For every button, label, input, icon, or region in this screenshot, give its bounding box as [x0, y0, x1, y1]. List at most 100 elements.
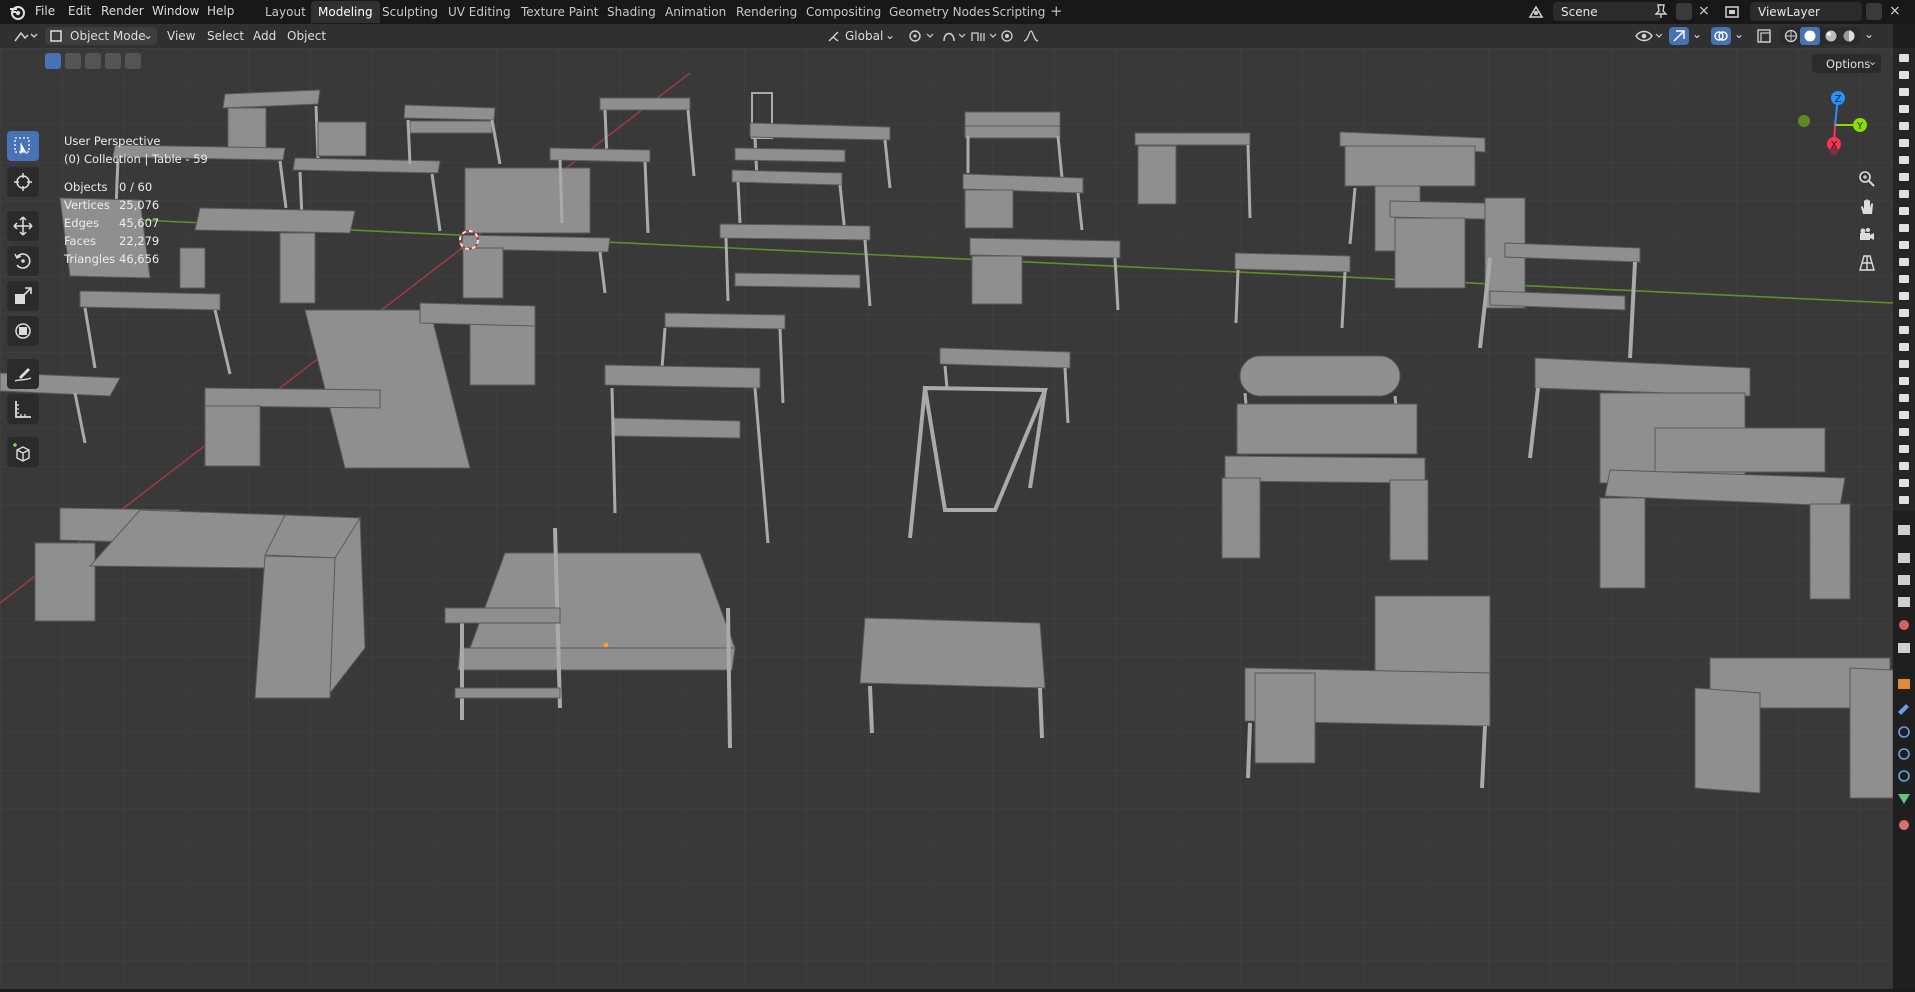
3d-viewport[interactable]: User Perspective (0) Collection | Table … — [0, 48, 1893, 989]
zoom-icon[interactable] — [1858, 170, 1876, 188]
pin-icon[interactable] — [1654, 4, 1668, 19]
render-toggle-icon[interactable] — [1899, 343, 1909, 351]
tab-scripting[interactable]: Scripting — [985, 1, 1052, 23]
render-toggle-icon[interactable] — [1899, 122, 1909, 130]
render-toggle-icon[interactable] — [1899, 156, 1909, 164]
render-properties-icon[interactable] — [1898, 553, 1910, 563]
gizmo-neg-x-icon[interactable] — [1830, 147, 1838, 155]
render-toggle-icon[interactable] — [1899, 275, 1909, 283]
solid-shading-button[interactable] — [1800, 27, 1820, 45]
menu-help[interactable]: Help — [207, 4, 234, 18]
tab-modeling[interactable]: Modeling — [311, 1, 380, 23]
camera-view-icon[interactable] — [1858, 226, 1876, 244]
xray-icon[interactable] — [1756, 28, 1772, 44]
falloff-icon[interactable] — [1022, 29, 1048, 43]
render-toggle-icon[interactable] — [1899, 139, 1909, 147]
render-toggle-icon[interactable] — [1899, 292, 1909, 300]
options-button[interactable]: Options ⌄ — [1812, 54, 1881, 73]
menu-edit[interactable]: Edit — [68, 4, 91, 18]
render-toggle-icon[interactable] — [1899, 88, 1909, 96]
gizmo-menu-chevron-icon[interactable]: ⌄ — [1692, 27, 1702, 41]
editor-type-icon[interactable] — [13, 28, 39, 44]
pivot-point-icon[interactable] — [908, 29, 936, 43]
gizmo-neg-y-icon[interactable] — [1798, 115, 1810, 127]
close-scene-icon[interactable]: × — [1698, 3, 1710, 19]
transform-tool[interactable] — [7, 316, 39, 346]
rotate-tool[interactable] — [7, 246, 39, 276]
object-properties-icon[interactable] — [1898, 679, 1910, 689]
tab-layout[interactable]: Layout — [258, 1, 313, 23]
cursor-tool[interactable] — [7, 167, 39, 197]
new-view-layer-icon[interactable] — [1866, 3, 1882, 20]
render-toggle-icon[interactable] — [1899, 241, 1909, 249]
tool-properties-icon[interactable] — [1898, 525, 1910, 535]
new-scene-icon[interactable] — [1676, 3, 1692, 20]
select-box-tool[interactable] — [7, 131, 39, 161]
tab-geometry-nodes[interactable]: Geometry Nodes — [882, 1, 997, 23]
render-toggle-icon[interactable] — [1899, 190, 1909, 198]
select-intersect-icon[interactable] — [125, 53, 141, 69]
render-toggle-icon[interactable] — [1899, 360, 1909, 368]
scene-field[interactable]: Scene — [1553, 2, 1661, 21]
tab-uv-editing[interactable]: UV Editing — [441, 1, 518, 23]
shading-menu-chevron-icon[interactable]: ⌄ — [1864, 27, 1874, 41]
menu-window[interactable]: Window — [152, 4, 199, 18]
material-properties-icon[interactable] — [1899, 820, 1909, 830]
render-toggle-icon[interactable] — [1899, 105, 1909, 113]
menu-view[interactable]: View — [167, 29, 195, 43]
gizmo-toggle-button[interactable] — [1669, 27, 1689, 45]
transform-orientation-selector[interactable]: Global ⌄ — [823, 27, 898, 45]
menu-add[interactable]: Add — [253, 29, 276, 43]
mode-selector[interactable]: Object Mode ⌄ — [45, 27, 157, 45]
view-layer-properties-icon[interactable] — [1898, 597, 1910, 607]
visibility-icon[interactable] — [1634, 28, 1664, 44]
scale-tool[interactable] — [7, 281, 39, 311]
render-toggle-icon[interactable] — [1899, 207, 1909, 215]
render-toggle-icon[interactable] — [1899, 71, 1909, 79]
navigation-gizmo[interactable]: Z Y X — [1798, 88, 1872, 162]
menu-render[interactable]: Render — [101, 4, 144, 18]
render-toggle-icon[interactable] — [1899, 445, 1909, 453]
tab-compositing[interactable]: Compositing — [799, 1, 888, 23]
overlay-menu-chevron-icon[interactable]: ⌄ — [1734, 27, 1744, 41]
blender-logo-icon[interactable] — [8, 3, 26, 21]
view-layer-icon[interactable] — [1724, 4, 1740, 20]
menu-select[interactable]: Select — [207, 29, 244, 43]
measure-tool[interactable] — [7, 394, 39, 424]
wireframe-shading-icon[interactable] — [1784, 29, 1798, 43]
render-toggle-icon[interactable] — [1899, 462, 1909, 470]
render-toggle-icon[interactable] — [1899, 326, 1909, 334]
proportional-editing-icon[interactable] — [1000, 29, 1014, 43]
render-toggle-icon[interactable] — [1899, 428, 1909, 436]
select-new-icon[interactable] — [45, 53, 61, 69]
scene-icon[interactable] — [1527, 4, 1545, 20]
menu-file[interactable]: File — [35, 4, 55, 18]
render-toggle-icon[interactable] — [1899, 258, 1909, 266]
scene-properties-icon[interactable] — [1899, 620, 1909, 630]
render-toggle-icon[interactable] — [1899, 173, 1909, 181]
material-shading-icon[interactable] — [1824, 29, 1838, 43]
select-invert-icon[interactable] — [105, 53, 121, 69]
render-toggle-icon[interactable] — [1899, 479, 1909, 487]
render-toggle-icon[interactable] — [1899, 377, 1909, 385]
annotate-tool[interactable] — [7, 359, 39, 389]
render-toggle-icon[interactable] — [1899, 224, 1909, 232]
tab-rendering[interactable]: Rendering — [729, 1, 804, 23]
add-workspace-icon[interactable]: + — [1050, 2, 1063, 20]
add-cube-tool[interactable] — [7, 437, 39, 467]
select-extend-icon[interactable] — [65, 53, 81, 69]
perspective-toggle-icon[interactable] — [1858, 254, 1876, 272]
select-subtract-icon[interactable] — [85, 53, 101, 69]
tab-animation[interactable]: Animation — [658, 1, 733, 23]
view-layer-field[interactable]: ViewLayer — [1750, 2, 1862, 21]
overlay-toggle-button[interactable] — [1711, 27, 1731, 45]
tab-shading[interactable]: Shading — [600, 1, 663, 23]
render-toggle-icon[interactable] — [1899, 309, 1909, 317]
tab-texture-paint[interactable]: Texture Paint — [514, 1, 605, 23]
tab-sculpting[interactable]: Sculpting — [375, 1, 445, 23]
rendered-shading-icon[interactable] — [1842, 29, 1856, 43]
move-tool[interactable] — [7, 211, 39, 241]
snap-target-icon[interactable] — [970, 29, 1000, 43]
menu-object[interactable]: Object — [287, 29, 326, 43]
render-toggle-icon[interactable] — [1899, 394, 1909, 402]
